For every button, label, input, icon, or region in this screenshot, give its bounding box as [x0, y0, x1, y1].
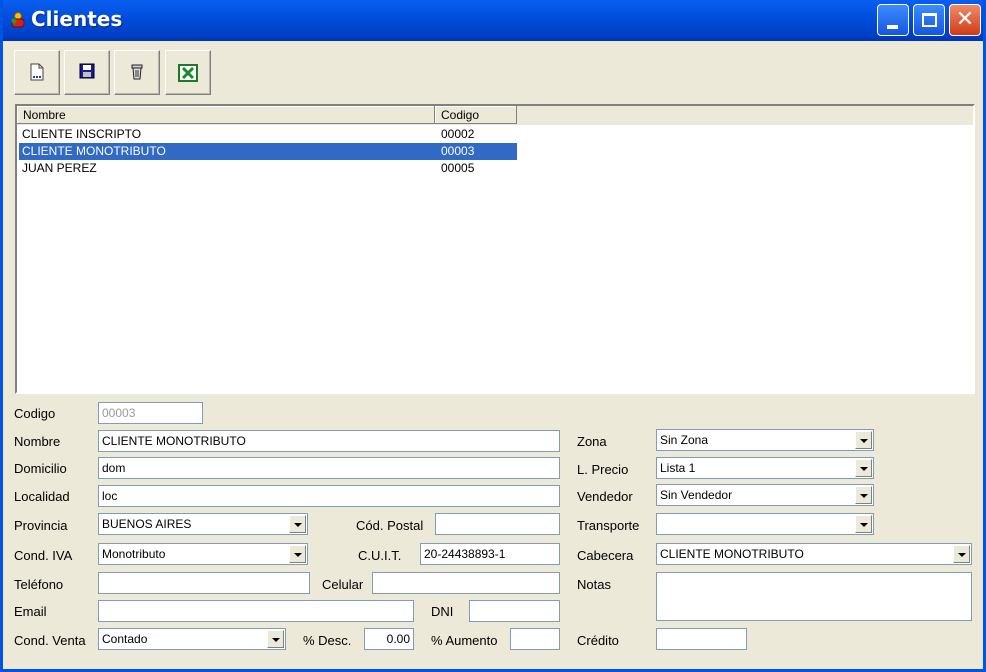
celular-field[interactable] [372, 572, 560, 594]
cuit-label: C.U.I.T. [358, 548, 402, 563]
nombre-field[interactable]: CLIENTE MONOTRIBUTO [98, 430, 560, 452]
cond-iva-label: Cond. IVA [14, 548, 73, 563]
minimize-icon [887, 25, 898, 29]
credito-label: Crédito [577, 633, 619, 648]
localidad-field[interactable]: loc [98, 485, 560, 507]
table-row[interactable]: CLIENTE INSCRIPTO 00002 [19, 126, 517, 143]
chevron-down-icon[interactable] [855, 459, 872, 477]
cond-iva-select[interactable]: Monotributo [98, 543, 308, 565]
chevron-down-icon[interactable] [855, 431, 872, 449]
cod-postal-field[interactable] [435, 513, 560, 535]
nombre-label: Nombre [14, 434, 61, 449]
provincia-label: Provincia [14, 518, 68, 533]
chevron-down-icon[interactable] [855, 486, 872, 504]
transporte-label: Transporte [577, 518, 640, 533]
provincia-value: BUENOS AIRES [102, 517, 192, 531]
chevron-down-icon[interactable] [953, 545, 970, 563]
desc-field[interactable]: 0.00 [364, 628, 414, 650]
cabecera-value: CLIENTE MONOTRIBUTO [660, 547, 804, 561]
dni-field[interactable] [469, 600, 560, 622]
notas-textarea[interactable] [656, 572, 972, 621]
codigo-field: 00003 [98, 402, 203, 424]
title-bar[interactable]: Clientes ✕ [3, 0, 983, 41]
provincia-select[interactable]: BUENOS AIRES [98, 513, 308, 535]
aumento-field[interactable] [510, 628, 560, 650]
table-row[interactable]: JUAN PEREZ 00005 [19, 160, 517, 177]
cond-venta-select[interactable]: Contado [98, 628, 286, 650]
cod-postal-label: Cód. Postal [356, 518, 424, 533]
maximize-icon [922, 13, 937, 27]
zona-label: Zona [577, 434, 607, 449]
codigo-label: Codigo [14, 406, 56, 421]
chevron-down-icon[interactable] [289, 545, 306, 563]
notas-label: Notas [577, 577, 611, 592]
zona-select[interactable]: Sin Zona [656, 429, 874, 451]
domicilio-field[interactable]: dom [98, 457, 560, 479]
close-button[interactable]: ✕ [949, 4, 981, 36]
excel-icon [178, 64, 198, 82]
clientes-list[interactable]: Nombre Codigo CLIENTE INSCRIPTO 00002 CL… [15, 104, 975, 394]
cuit-field[interactable]: 20-24438893-1 [420, 543, 560, 565]
lprecio-label: L. Precio [577, 462, 629, 477]
cell-nombre: CLIENTE MONOTRIBUTO [22, 144, 166, 158]
cell-nombre: CLIENTE INSCRIPTO [22, 127, 142, 141]
delete-button[interactable] [114, 50, 160, 95]
dni-label: DNI [431, 604, 454, 619]
credito-field[interactable] [656, 628, 747, 650]
export-excel-button[interactable] [165, 50, 211, 95]
cell-codigo: 00003 [441, 144, 475, 158]
chevron-down-icon[interactable] [855, 515, 872, 533]
email-label: Email [14, 604, 47, 619]
cond-venta-value: Contado [102, 632, 148, 646]
email-field[interactable] [98, 600, 414, 622]
vendedor-select[interactable]: Sin Vendedor [656, 484, 874, 506]
list-header: Nombre Codigo [17, 106, 973, 125]
desc-label: % Desc. [303, 633, 352, 648]
trash-icon [131, 64, 143, 80]
vendedor-value: Sin Vendedor [660, 488, 733, 502]
chevron-down-icon[interactable] [289, 515, 306, 533]
lprecio-value: Lista 1 [660, 461, 696, 475]
cell-codigo: 00005 [441, 161, 475, 175]
chevron-down-icon[interactable] [267, 630, 284, 648]
close-icon: ✕ [955, 7, 975, 32]
cabecera-label: Cabecera [577, 548, 634, 563]
vendedor-label: Vendedor [577, 489, 633, 504]
telefono-field[interactable] [98, 572, 310, 594]
table-row-selected[interactable]: CLIENTE MONOTRIBUTO 00003 [19, 143, 517, 160]
zona-value: Sin Zona [660, 433, 709, 447]
minimize-button[interactable] [877, 4, 909, 36]
column-header-codigo[interactable]: Codigo [435, 106, 517, 124]
cabecera-select[interactable]: CLIENTE MONOTRIBUTO [656, 543, 972, 565]
telefono-label: Teléfono [14, 577, 64, 592]
cond-venta-label: Cond. Venta [14, 633, 86, 648]
maximize-button[interactable] [913, 4, 945, 36]
save-button[interactable] [64, 50, 110, 95]
new-document-button[interactable] [14, 50, 60, 95]
celular-label: Celular [322, 577, 364, 592]
aumento-label: % Aumento [431, 633, 498, 648]
localidad-label: Localidad [14, 489, 70, 504]
clientes-window: Clientes ✕ Nombre Codigo CLIENTE INSCRIP… [0, 0, 986, 672]
window-title: Clientes [31, 7, 123, 31]
cond-iva-value: Monotributo [102, 547, 166, 561]
lprecio-select[interactable]: Lista 1 [656, 457, 874, 479]
domicilio-label: Domicilio [14, 461, 67, 476]
column-header-nombre[interactable]: Nombre [17, 106, 435, 124]
app-icon [11, 12, 25, 28]
cell-codigo: 00002 [441, 127, 475, 141]
floppy-disk-icon [79, 63, 95, 79]
transporte-select[interactable] [656, 513, 874, 535]
cell-nombre: JUAN PEREZ [22, 161, 97, 175]
new-document-icon [30, 63, 44, 81]
